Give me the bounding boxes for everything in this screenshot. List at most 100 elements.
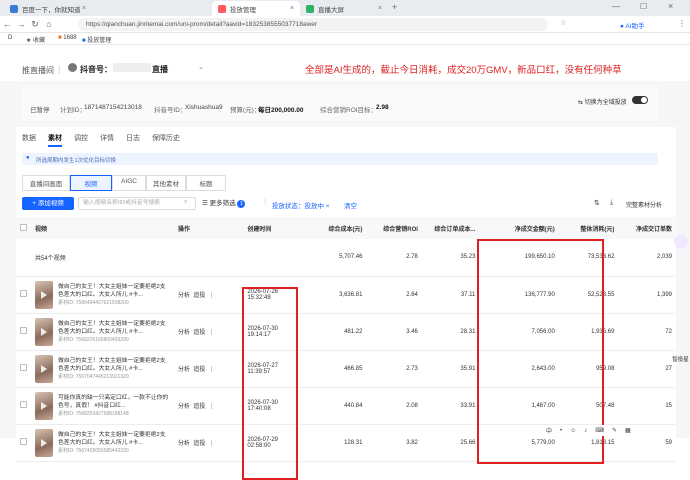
- tab-guarantee[interactable]: 保障历史: [152, 133, 180, 147]
- video-thumbnail[interactable]: [35, 391, 53, 420]
- breadcrumb[interactable]: 推直播间: [22, 65, 54, 76]
- bookmark-ads[interactable]: ■ 投放管理: [82, 35, 111, 44]
- new-tab-icon[interactable]: +: [392, 2, 397, 12]
- ime-emoji-icon[interactable]: ☺: [570, 428, 576, 434]
- add-video-button[interactable]: + 添加视频: [22, 197, 74, 210]
- analyze-link[interactable]: 分析: [178, 293, 190, 299]
- cell-roi: 2.08: [366, 387, 422, 425]
- back-icon[interactable]: ←: [0, 19, 14, 29]
- minimize-icon[interactable]: —: [612, 2, 620, 11]
- video-title[interactable]: 做自己的女王！大女主姐妹一定要拒绝2支色差大的口红。大女人所儿 #卡...: [58, 283, 170, 299]
- status-badge: 已暂停: [30, 107, 50, 114]
- video-thumbnail[interactable]: [35, 428, 53, 457]
- row-checkbox[interactable]: [20, 290, 27, 297]
- boost-link[interactable]: 追投: [193, 330, 205, 336]
- ime-mic-icon[interactable]: ♪: [584, 428, 587, 434]
- row-checkbox[interactable]: [20, 364, 27, 371]
- col-cost[interactable]: 综合成本(元): [310, 217, 367, 239]
- bookmark-favorites[interactable]: ★ 收藏: [26, 35, 45, 44]
- url-input[interactable]: https://qianchuan.jinritemai.com/uni-pro…: [78, 18, 548, 31]
- sidebar-toggle-icon[interactable]: D: [8, 35, 12, 41]
- col-spend[interactable]: 整体消耗(元): [558, 217, 619, 239]
- video-id: 素材ID: 7567405050585443330: [58, 448, 129, 454]
- col-order-cost[interactable]: 综合订单成本...: [421, 217, 480, 239]
- video-title[interactable]: 做自己的女王！大女主姐妹一定要拒绝2支色差大的口红。大女人所儿 #卡...: [58, 431, 170, 447]
- row-checkbox[interactable]: [20, 438, 27, 445]
- col-roi[interactable]: 综合营销ROI: [366, 217, 422, 239]
- analyze-link[interactable]: 分析: [178, 441, 190, 447]
- download-icon[interactable]: ⤓: [610, 199, 613, 207]
- subtab-title[interactable]: 标题: [186, 175, 226, 191]
- clear-filter-link[interactable]: 清空: [344, 200, 357, 210]
- tab-detail[interactable]: 详情: [100, 133, 114, 147]
- video-thumbnail[interactable]: [35, 317, 53, 346]
- video-thumbnail[interactable]: [35, 280, 53, 309]
- analyze-link[interactable]: 分析: [178, 330, 190, 336]
- ime-grid-icon[interactable]: ▦: [625, 427, 631, 434]
- subtab-live[interactable]: 直播间画面: [22, 175, 70, 191]
- more-icon[interactable]: ⋮: [209, 404, 215, 410]
- mode-toggle[interactable]: [632, 96, 648, 104]
- select-all-checkbox[interactable]: [20, 223, 27, 231]
- row-checkbox[interactable]: [20, 327, 27, 334]
- reload-icon[interactable]: ↻: [28, 19, 42, 30]
- more-icon[interactable]: ⋮: [209, 330, 215, 336]
- full-analysis-button[interactable]: 完整素材分析: [626, 200, 662, 209]
- tab-data[interactable]: 数据: [22, 133, 36, 147]
- more-filter-button[interactable]: ☰ 更多筛选 1: [202, 197, 246, 210]
- star-icon[interactable]: ☆: [560, 19, 566, 27]
- boost-link[interactable]: 追投: [193, 293, 205, 299]
- row-checkbox[interactable]: [20, 401, 27, 408]
- browser-tab-baidu[interactable]: 百度一下，你就知道 ×: [4, 1, 92, 16]
- subtab-other[interactable]: 其他素材: [146, 175, 186, 191]
- video-title[interactable]: 可能你真的缺一只高定口红，一款不让你的色号，真假！ #抖音口红...: [58, 394, 170, 410]
- browser-tab-live[interactable]: 直播大屏 ×: [300, 1, 388, 16]
- floating-assistant-icon[interactable]: [674, 235, 688, 249]
- analyze-link[interactable]: 分析: [178, 404, 190, 410]
- more-icon[interactable]: ⋮: [209, 367, 215, 373]
- help-label[interactable]: 智投星: [671, 355, 690, 363]
- more-icon[interactable]: ⋮: [209, 441, 215, 447]
- video-title[interactable]: 做自己的女王！大女主姐妹一定要拒绝2支色差大的口红。大女人所儿 #卡...: [58, 320, 170, 336]
- col-orders[interactable]: 净成交订单数: [618, 217, 676, 239]
- tab-material[interactable]: 素材: [48, 133, 62, 147]
- more-icon[interactable]: ⋮: [209, 293, 215, 299]
- subtab-aigc[interactable]: AIGC: [112, 175, 146, 191]
- ime-keyboard-icon[interactable]: ⌨: [595, 427, 604, 434]
- col-gmv[interactable]: 净成交金额(元): [479, 217, 559, 239]
- cell-order-cost: 37.11: [421, 276, 480, 314]
- ime-skin-icon[interactable]: ✎: [612, 427, 617, 434]
- analyze-link[interactable]: 分析: [178, 367, 190, 373]
- account-suffix: 直播: [152, 65, 168, 74]
- menu-icon[interactable]: ⋮: [678, 19, 686, 28]
- close-icon[interactable]: ×: [378, 5, 382, 12]
- boost-link[interactable]: 追投: [193, 404, 205, 410]
- close-icon[interactable]: ×: [290, 5, 294, 12]
- address-bar: ← → ↻ ⌂ https://qianchuan.jinritemai.com…: [0, 16, 690, 33]
- home-icon[interactable]: ⌂: [42, 19, 56, 29]
- boost-link[interactable]: 追投: [193, 441, 205, 447]
- video-title[interactable]: 做自己的女王！大女主姐妹一定要拒绝2支色差大的口红。大女人所儿 #卡...: [58, 357, 170, 373]
- tab-log[interactable]: 日志: [126, 133, 140, 147]
- cell-order-cost: 33.91: [421, 387, 480, 425]
- ai-assistant-button[interactable]: ● AI助手: [620, 20, 645, 30]
- video-thumbnail[interactable]: [35, 354, 53, 383]
- maximize-icon[interactable]: ☐: [640, 2, 647, 11]
- browser-tab-ads[interactable]: 投放管理 ×: [212, 1, 300, 16]
- subtab-video[interactable]: 视频: [70, 175, 112, 191]
- col-created[interactable]: 创建时间: [243, 217, 311, 239]
- boost-link[interactable]: 追投: [193, 367, 205, 373]
- search-input[interactable]: 输入视频名称/ID或抖音号搜索: [78, 197, 196, 210]
- column-settings-icon[interactable]: ⇅: [594, 199, 600, 207]
- bookmark-1688[interactable]: ■ 1688: [58, 35, 77, 41]
- window-close-icon[interactable]: ×: [668, 1, 673, 11]
- table-header: 视频 操作 创建时间 综合成本(元) 综合营销ROI 综合订单成本... 净成交…: [16, 217, 676, 239]
- chevron-down-icon[interactable]: ⌄: [198, 63, 204, 71]
- close-icon[interactable]: ×: [82, 5, 86, 12]
- ime-punct-icon[interactable]: •: [560, 428, 562, 434]
- ime-mode-icon[interactable]: 中: [546, 426, 552, 435]
- tab-control[interactable]: 调控: [74, 133, 88, 147]
- search-icon[interactable]: ⌕: [184, 199, 187, 206]
- forward-icon[interactable]: →: [14, 19, 28, 29]
- status-filter[interactable]: 投放状态：投放中 ×: [272, 200, 330, 210]
